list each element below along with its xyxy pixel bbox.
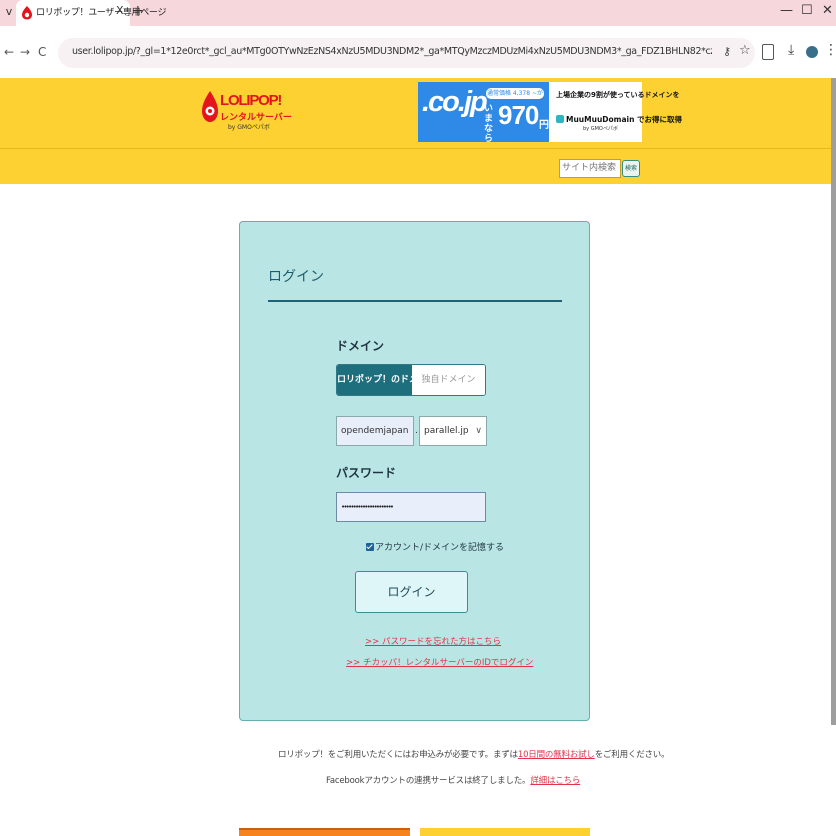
address-bar[interactable]: user.lolipop.jp/?_gl=1*12e0rct*_gcl_au*M… [58, 38, 755, 68]
muumuu-logo-icon [556, 115, 564, 123]
forward-button[interactable]: → [20, 45, 30, 59]
domain-label: ドメイン [336, 339, 385, 353]
banner-muumuu-label: MuuMuuDomain でお得に取得 [566, 115, 683, 124]
password-key-icon[interactable]: ⚷ [723, 45, 731, 58]
lolipop-logo[interactable]: LOLIPOP! レンタルサーバー by GMOペパボ [200, 88, 292, 136]
lolipop-drop-icon [202, 91, 218, 122]
window-restore-button[interactable]: ☐ [801, 3, 813, 18]
window-close-button[interactable]: ✕ [822, 3, 833, 18]
download-icon[interactable]: ⤓ [788, 42, 794, 58]
login-button[interactable]: ログイン [355, 571, 468, 613]
account-input[interactable]: opendemjapan [336, 416, 414, 446]
facebook-notice-text: Facebookアカウントの連携サービスは終了しました。 [326, 776, 531, 786]
domain-select-value: parallel.jp [424, 426, 469, 436]
login-panel: ログイン ドメイン ロリポップ！のドメイン 独自ドメイン opendemjapa… [239, 221, 590, 721]
new-tab-button[interactable]: + [132, 3, 144, 19]
muumuu-domain-banner[interactable]: .co.jp 通常価格 4,378 ~が いまなら 970 円 上場企業の9割が… [418, 82, 682, 144]
tab-search-menu[interactable]: v [2, 3, 16, 21]
back-button[interactable]: ← [4, 45, 14, 59]
domain-type-toggle: ロリポップ！のドメイン 独自ドメイン [336, 364, 486, 396]
banner-price: 970 [498, 100, 539, 130]
lolipop-favicon-icon [22, 6, 32, 20]
site-subbar: サイト内検索 検索 [0, 148, 831, 184]
signup-notice: ロリポップ！をご利用いただくにはお申込みが必要です。まずは10日間の無料お試しを… [278, 748, 670, 760]
tab-title: ロリポップ！ユーザー専用ページ [36, 8, 167, 18]
browser-tab-active[interactable]: ロリポップ！ユーザー専用ページ X [16, 0, 166, 26]
window-minimize-button[interactable]: — [780, 3, 793, 18]
logo-wordmark: LOLIPOP! [220, 92, 282, 109]
free-trial-link[interactable]: 10日間の無料お試し [518, 750, 595, 760]
remember-account-option[interactable]: アカウント/ドメインを記憶する [366, 540, 504, 553]
browser-tab-bar: v ロリポップ！ユーザー専用ページ X + — ☐ ✕ [0, 0, 836, 26]
banner-muumuu-text: MuuMuuDomain でお得に取得 [556, 114, 682, 125]
site-search-input[interactable]: サイト内検索 [559, 159, 621, 178]
login-title: ログイン [268, 269, 324, 285]
remember-checkbox[interactable] [366, 543, 374, 551]
facebook-notice: Facebookアカウントの連携サービスは終了しました。詳細はこちら [326, 774, 580, 786]
facebook-details-link[interactable]: 詳細はこちら [530, 776, 580, 786]
banner-regular-price: 通常価格 4,378 ~が [486, 88, 544, 99]
domain-select[interactable]: parallel.jp ∨ [419, 416, 487, 446]
signup-notice-post: をご利用ください。 [594, 750, 670, 760]
banner-cojp-text: .co.jp [422, 86, 488, 118]
bookmark-star-icon[interactable]: ☆ [739, 43, 751, 58]
tab-close-icon[interactable]: X [116, 4, 124, 17]
remember-label: アカウント/ドメインを記憶する [375, 543, 505, 553]
site-search-button[interactable]: 検索 [622, 160, 640, 177]
chevron-down-icon: ∨ [475, 426, 482, 436]
chikappa-login-link[interactable]: >> チカッパ！レンタルサーバーのIDでログイン [346, 656, 533, 668]
forgot-password-link[interactable]: >> パスワードを忘れた方はこちら [365, 635, 501, 647]
site-header: LOLIPOP! レンタルサーバー by GMOペパボ .co.jp 通常価格 … [0, 78, 831, 148]
password-label: パスワード [336, 466, 397, 480]
extensions-icon[interactable] [762, 44, 774, 60]
banner-gmo-credit: by GMOペパボ [583, 126, 618, 132]
login-title-divider [268, 300, 562, 302]
password-input[interactable]: •••••••••••••••••••••• [336, 492, 486, 522]
page-scrollbar[interactable] [831, 78, 836, 725]
tab-own-domain[interactable]: 独自ドメイン [412, 365, 485, 395]
profile-avatar-icon[interactable] [806, 46, 818, 58]
address-url[interactable]: user.lolipop.jp/?_gl=1*12e0rct*_gcl_au*M… [72, 46, 712, 57]
bottom-yellow-button[interactable] [420, 828, 590, 836]
banner-now-text: いまなら [484, 104, 494, 144]
browser-menu-icon[interactable]: ⋮ [824, 42, 836, 58]
bottom-orange-button[interactable] [239, 828, 410, 836]
signup-notice-pre: ロリポップ！をご利用いただくにはお申込みが必要です。まずは [278, 750, 518, 760]
tab-lolipop-domain[interactable]: ロリポップ！のドメイン [337, 365, 436, 395]
domain-dot-separator: . [415, 426, 418, 436]
logo-gmo-credit: by GMOペパボ [228, 124, 270, 131]
banner-tagline: 上場企業の9割が使っているドメインを [556, 91, 680, 99]
reload-button[interactable]: C [38, 45, 46, 59]
banner-blue-panel: .co.jp 通常価格 4,378 ~が いまなら 970 円 [418, 82, 549, 144]
banner-yen: 円 [539, 120, 549, 131]
